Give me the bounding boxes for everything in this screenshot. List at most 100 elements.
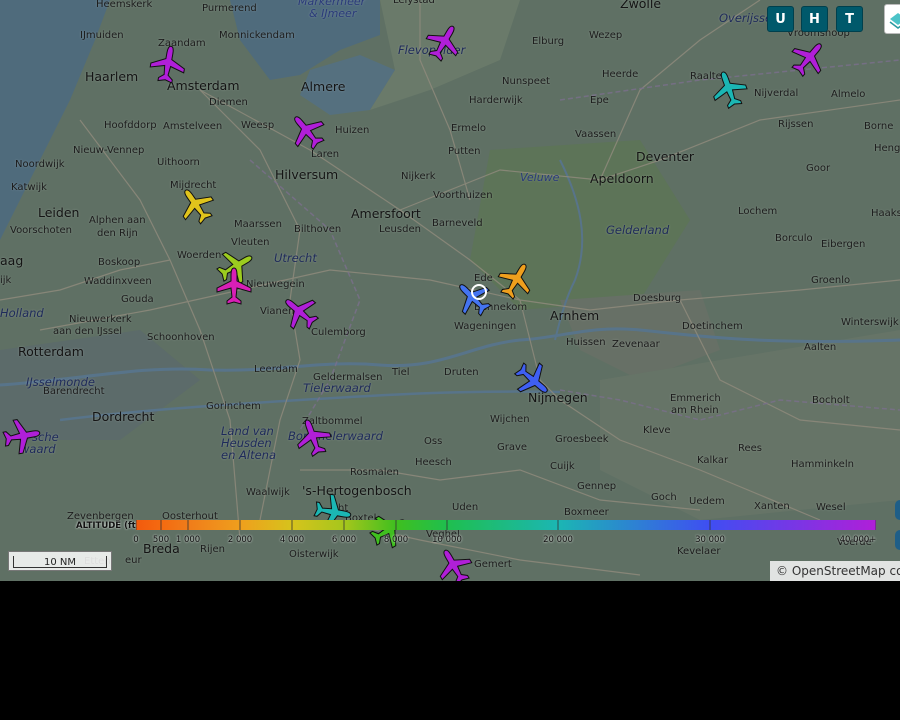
altitude-tick-label: 20 000 [543, 535, 573, 545]
place-label: Almere [301, 79, 346, 94]
aircraft-icon[interactable] [280, 292, 320, 332]
place-label: Alphen aan [89, 215, 146, 226]
place-label: Almelo [831, 89, 866, 100]
place-label: Putten [448, 146, 481, 157]
place-label: Borculo [775, 233, 813, 244]
map-view[interactable]: Heemskerk Purmerend Markermeer & IJmeer Lely… [0, 0, 900, 581]
aircraft-icon[interactable] [176, 185, 216, 225]
place-label: ijk [0, 275, 12, 286]
place-label: Dordrecht [92, 409, 155, 424]
place-label: Heemskerk [96, 0, 153, 10]
aircraft-icon[interactable] [424, 22, 464, 62]
place-label: Kalkar [697, 455, 729, 466]
place-label: Oss [424, 436, 443, 447]
aircraft-icon[interactable] [148, 44, 188, 84]
place-label: Gennep [577, 481, 617, 492]
place-label: Grave [497, 442, 528, 453]
place-label: aan den IJssel [53, 326, 123, 337]
place-label: Nijkerk [401, 171, 436, 182]
altitude-legend-title: ALTITUDE (ft) [76, 521, 140, 531]
place-label: Amstelveen [163, 121, 223, 132]
place-label: Goor [806, 163, 831, 174]
place-label: den Rijn [97, 228, 138, 239]
place-label: Waddinxveen [84, 276, 152, 287]
place-label: am Rhein [671, 405, 719, 416]
place-label: Tiel [392, 367, 410, 378]
place-label: Xanten [754, 501, 790, 512]
altitude-tick-label: 6 000 [331, 535, 357, 545]
place-label: Leusden [379, 224, 421, 235]
place-label: Heesch [415, 457, 452, 468]
place-label: Winterswijk [841, 317, 899, 328]
place-label: Rotterdam [18, 344, 84, 359]
place-label: Aalten [804, 342, 837, 353]
layers-icon [889, 13, 900, 29]
altitude-tick-label: 30 000 [695, 535, 725, 545]
aircraft-icon[interactable] [513, 360, 553, 400]
place-label: Noordwijk [15, 159, 65, 170]
place-label: Amersfoort [351, 206, 421, 221]
map-attribution[interactable]: © OpenStreetMap cor [770, 561, 900, 581]
place-label: Rosmalen [350, 467, 399, 478]
toggle-u-button[interactable]: U [767, 6, 794, 32]
place-label: Huizen [335, 125, 370, 136]
altitude-tick-label: 2 000 [227, 535, 253, 545]
place-label: Rees [738, 443, 763, 454]
place-label: Nijverdal [754, 88, 799, 99]
place-label: Harderwijk [469, 95, 523, 106]
place-label: Purmerend [202, 3, 257, 14]
place-label: Maarssen [234, 219, 282, 230]
altitude-tick-label: 10 000 [432, 535, 462, 545]
place-label: Diemen [209, 97, 248, 108]
aircraft-icon[interactable] [2, 416, 42, 456]
aircraft-icon[interactable] [434, 546, 474, 581]
place-label: Schoonhoven [147, 332, 215, 343]
aircraft-icon[interactable] [293, 417, 333, 457]
aircraft-icon[interactable] [287, 111, 327, 151]
place-label: Zevenaar [612, 339, 660, 350]
place-label: Groenlo [811, 275, 851, 286]
place-label: Barneveld [432, 218, 483, 229]
place-label: Heng [874, 143, 900, 154]
aircraft-icon[interactable] [709, 69, 749, 109]
place-label: Elburg [532, 36, 565, 47]
place-label: Weesp [241, 120, 275, 131]
place-label: Uithoorn [157, 157, 200, 168]
place-label: Groesbeek [555, 434, 609, 445]
place-label: Kevelaer [677, 546, 721, 557]
place-label: Barendrecht [43, 386, 105, 397]
place-label: Bocholt [812, 395, 850, 406]
place-label: Haaksberge [871, 208, 900, 219]
altitude-tick-label: 8 000 [383, 535, 409, 545]
place-label: Hamminkeln [791, 459, 854, 470]
altitude-tick-label: 0 [133, 535, 139, 545]
place-label: Tielerwaard [303, 381, 371, 395]
altitude-tick-label: 500 [152, 535, 170, 545]
place-label: Uedem [689, 496, 725, 507]
place-label: Rijen [200, 544, 225, 555]
place-label: Monnickendam [219, 30, 295, 41]
place-label: Wageningen [454, 321, 517, 332]
place-label: Hilversum [275, 167, 339, 182]
place-label: Hoofddorp [104, 120, 157, 131]
selection-ring [471, 284, 487, 300]
place-label: Nunspeet [502, 76, 550, 87]
place-label: Wijchen [490, 414, 530, 425]
layers-button[interactable] [884, 4, 900, 34]
toggle-h-button[interactable]: H [801, 6, 828, 32]
place-label: Leiden [38, 205, 80, 220]
place-label: Deventer [636, 149, 695, 164]
place-label: IJmuiden [80, 30, 124, 41]
toggle-t-button[interactable]: T [836, 6, 863, 32]
altitude-legend-bar [136, 520, 876, 530]
place-label: Waalwijk [246, 487, 290, 498]
place-label: Holland [0, 306, 44, 320]
place-label: & IJmeer [309, 7, 357, 20]
place-label: Druten [444, 367, 479, 378]
place-label: Uden [452, 502, 479, 513]
place-label: Zwolle [620, 0, 662, 11]
aircraft-icon[interactable] [214, 266, 254, 306]
aircraft-icon[interactable] [789, 38, 829, 78]
aircraft-icon[interactable] [496, 260, 536, 300]
place-label: Katwijk [11, 182, 47, 193]
